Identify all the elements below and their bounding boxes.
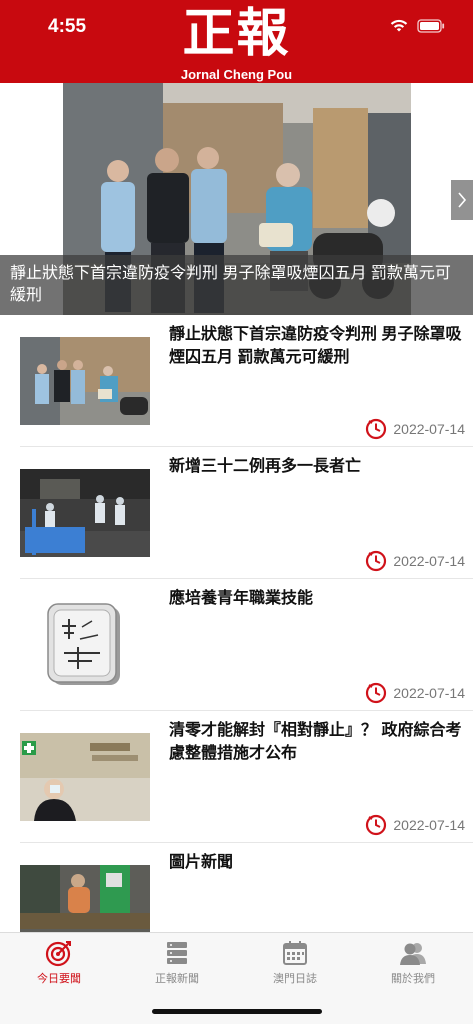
status-icons [389, 18, 445, 33]
tab-today-news[interactable]: 今日要聞 [0, 939, 118, 991]
news-date-text: 2022-07-14 [393, 421, 465, 437]
tab-label: 關於我們 [391, 973, 435, 985]
news-date-text: 2022-07-14 [393, 685, 465, 701]
news-date: 2022-07-14 [365, 418, 465, 440]
clock-icon [366, 682, 387, 704]
news-date: 2022-07-14 [365, 550, 465, 572]
news-title: 應培養青年職業技能 [169, 590, 314, 607]
news-title: 靜止狀態下首宗違防疫令判刑 男子除罩吸煙囚五月 罰款萬元可緩刑 [169, 326, 462, 366]
news-thumbnail [20, 469, 150, 557]
news-thumbnail [20, 733, 150, 821]
clock-icon [366, 814, 387, 836]
calendar-icon [283, 941, 307, 965]
news-date: 2022-07-14 [365, 682, 465, 704]
battery-icon [417, 18, 445, 33]
news-date-text: 2022-07-14 [393, 553, 465, 569]
logo-subtitle: Jornal Cheng Pou [180, 67, 293, 82]
news-title: 清零才能解封『相對靜止』？ 政府綜合考慮整體措施才公布 [169, 722, 462, 762]
hero-next-button[interactable] [451, 180, 473, 220]
target-icon [45, 941, 71, 967]
news-date: 2022-07-14 [365, 814, 465, 836]
server-icon [167, 942, 187, 964]
people-icon [400, 943, 426, 965]
news-item[interactable]: 靜止狀態下首宗違防疫令判刑 男子除罩吸煙囚五月 罰款萬元可緩刑 2022-07-… [0, 315, 473, 447]
wifi-icon [390, 19, 408, 32]
news-item[interactable]: 應培養青年職業技能 2022-07-14 [0, 579, 473, 711]
tab-macau-diary[interactable]: 澳門日誌 [236, 939, 354, 991]
app-header: 4:55 正報 Jornal Cheng Pou [0, 0, 473, 83]
logo: 正報 Jornal Cheng Pou [0, 0, 473, 83]
tab-label: 正報新聞 [155, 973, 199, 985]
news-title: 圖片新聞 [169, 854, 234, 871]
clock-icon [366, 550, 387, 572]
hero-caption: 靜止狀態下首宗違防疫令判刑 男子除罩吸煙囚五月 罰款萬元可緩刑 [0, 255, 473, 315]
news-date-text: 2022-07-14 [393, 817, 465, 833]
tab-label: 今日要聞 [37, 973, 81, 985]
hero-banner[interactable]: 靜止狀態下首宗違防疫令判刑 男子除罩吸煙囚五月 罰款萬元可緩刑 [0, 83, 473, 315]
chevron-right-icon [458, 192, 467, 208]
news-item[interactable]: 新增三十二例再多一長者亡 2022-07-14 [0, 447, 473, 579]
tab-about-us[interactable]: 關於我們 [354, 939, 472, 991]
logo-title: 正報 [182, 3, 291, 64]
news-title: 新增三十二例再多一長者亡 [169, 458, 362, 475]
news-thumbnail [20, 337, 150, 425]
clock-icon [366, 418, 387, 440]
tab-cheng-pou-news[interactable]: 正報新聞 [118, 939, 236, 991]
home-indicator [152, 1009, 322, 1014]
news-item[interactable]: 清零才能解封『相對靜止』？ 政府綜合考慮整體措施才公布 2022-07-14 [0, 711, 473, 843]
news-thumbnail [20, 601, 150, 689]
tab-label: 澳門日誌 [273, 973, 317, 985]
